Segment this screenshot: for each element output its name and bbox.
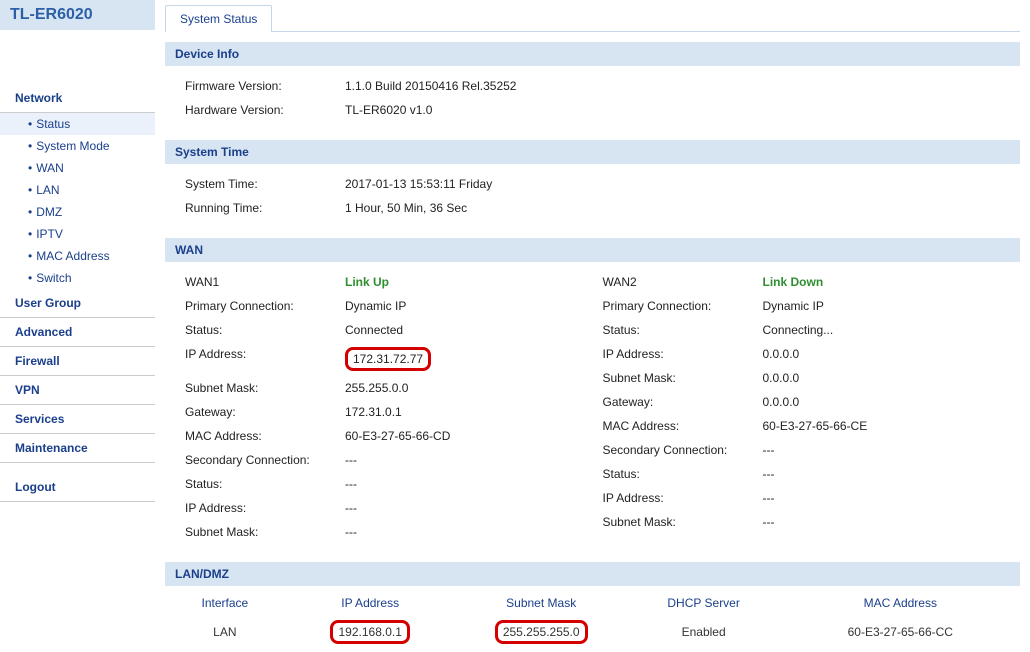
tabstrip: System Status — [165, 4, 1020, 32]
lan-col-mask: Subnet Mask — [456, 590, 627, 616]
nav-firewall[interactable]: Firewall — [0, 347, 155, 376]
wan1-secondary-connection-value: --- — [345, 453, 357, 467]
wan2-secondary-connection-label: Secondary Connection: — [603, 443, 763, 457]
nav-iptv[interactable]: IPTV — [0, 223, 155, 245]
nav-user-group[interactable]: User Group — [0, 289, 155, 318]
wan2-sec-status-value: --- — [763, 467, 775, 481]
wan1-gateway-value: 172.31.0.1 — [345, 405, 402, 419]
nav-system-mode[interactable]: System Mode — [0, 135, 155, 157]
wan2-mask-value: 0.0.0.0 — [763, 371, 800, 385]
nav-maintenance[interactable]: Maintenance — [0, 434, 155, 463]
wan2-gateway-label: Gateway: — [603, 395, 763, 409]
nav-network[interactable]: Network — [0, 84, 155, 113]
section-device-info-body: Firmware Version: 1.1.0 Build 20150416 R… — [165, 66, 1020, 130]
lan-row-ip: 192.168.0.1 — [330, 620, 409, 644]
section-device-info-header: Device Info — [165, 42, 1020, 66]
section-wan-header: WAN — [165, 238, 1020, 262]
wan1-sec-mask-value: --- — [345, 525, 357, 539]
section-system-time-header: System Time — [165, 140, 1020, 164]
wan2-mask-label: Subnet Mask: — [603, 371, 763, 385]
wan1-primary-connection-label: Primary Connection: — [185, 299, 345, 313]
lan-row: LAN 192.168.0.1 255.255.255.0 Enabled 60… — [165, 616, 1020, 648]
sidebar: TL-ER6020 Network Status System Mode WAN… — [0, 0, 155, 584]
section-system-time-body: System Time: 2017-01-13 15:53:11 Friday … — [165, 164, 1020, 228]
wan1-mac-value: 60-E3-27-65-66-CD — [345, 429, 450, 443]
wan1-gateway-label: Gateway: — [185, 405, 345, 419]
lan-row-dhcp: Enabled — [627, 616, 781, 648]
system-time-value: 2017-01-13 15:53:11 Friday — [345, 177, 492, 191]
wan1-sec-status-label: Status: — [185, 477, 345, 491]
running-time-value: 1 Hour, 50 Min, 36 Sec — [345, 201, 467, 215]
wan1-mask-label: Subnet Mask: — [185, 381, 345, 395]
wan2-secondary-connection-value: --- — [763, 443, 775, 457]
wan2-status-label: Status: — [603, 323, 763, 337]
running-time-label: Running Time: — [185, 201, 345, 215]
wan1-ip-label: IP Address: — [185, 347, 345, 371]
wan1-mac-label: MAC Address: — [185, 429, 345, 443]
wan2-column: WAN2 Link Down Primary Connection: Dynam… — [593, 270, 1011, 544]
wan2-sec-ip-label: IP Address: — [603, 491, 763, 505]
nav-services[interactable]: Services — [0, 405, 155, 434]
lan-row-interface: LAN — [165, 616, 285, 648]
wan1-sec-status-value: --- — [345, 477, 357, 491]
main-content: System Status Device Info Firmware Versi… — [155, 0, 1030, 584]
lan-col-ip: IP Address — [285, 590, 456, 616]
wan1-sec-mask-label: Subnet Mask: — [185, 525, 345, 539]
wan1-mask-value: 255.255.0.0 — [345, 381, 408, 395]
wan1-sec-ip-label: IP Address: — [185, 501, 345, 515]
nav-lan[interactable]: LAN — [0, 179, 155, 201]
lan-col-interface: Interface — [165, 590, 285, 616]
lan-row-mask: 255.255.255.0 — [495, 620, 588, 644]
wan2-sec-mask-label: Subnet Mask: — [603, 515, 763, 529]
wan1-status-label: Status: — [185, 323, 345, 337]
wan2-status-value: Connecting... — [763, 323, 834, 337]
hardware-version-value: TL-ER6020 v1.0 — [345, 103, 432, 117]
wan2-sec-mask-value: --- — [763, 515, 775, 529]
wan2-mac-label: MAC Address: — [603, 419, 763, 433]
lan-col-mac: MAC Address — [781, 590, 1020, 616]
firmware-version-value: 1.1.0 Build 20150416 Rel.35252 — [345, 79, 516, 93]
nav-dmz[interactable]: DMZ — [0, 201, 155, 223]
nav-mac-address[interactable]: MAC Address — [0, 245, 155, 267]
wan2-sec-ip-value: --- — [763, 491, 775, 505]
wan2-mac-value: 60-E3-27-65-66-CE — [763, 419, 868, 433]
wan2-link-status: Link Down — [763, 275, 824, 289]
section-lan-dmz-body: Interface IP Address Subnet Mask DHCP Se… — [165, 586, 1020, 652]
tab-system-status[interactable]: System Status — [165, 5, 272, 32]
system-time-label: System Time: — [185, 177, 345, 191]
nav-wan[interactable]: WAN — [0, 157, 155, 179]
wan1-link-status: Link Up — [345, 275, 389, 289]
wan1-sec-ip-value: --- — [345, 501, 357, 515]
lan-row-mac: 60-E3-27-65-66-CC — [781, 616, 1020, 648]
nav-switch[interactable]: Switch — [0, 267, 155, 289]
wan1-title: WAN1 — [185, 275, 345, 289]
section-lan-dmz-header: LAN/DMZ — [165, 562, 1020, 586]
lan-col-dhcp: DHCP Server — [627, 590, 781, 616]
hardware-version-label: Hardware Version: — [185, 103, 345, 117]
wan2-gateway-value: 0.0.0.0 — [763, 395, 800, 409]
nav-logout[interactable]: Logout — [0, 473, 155, 502]
section-wan-body: WAN1 Link Up Primary Connection: Dynamic… — [165, 262, 1020, 552]
wan1-primary-connection-value: Dynamic IP — [345, 299, 406, 313]
wan2-title: WAN2 — [603, 275, 763, 289]
wan2-primary-connection-label: Primary Connection: — [603, 299, 763, 313]
nav-vpn[interactable]: VPN — [0, 376, 155, 405]
wan2-ip-label: IP Address: — [603, 347, 763, 361]
wan2-primary-connection-value: Dynamic IP — [763, 299, 824, 313]
nav-advanced[interactable]: Advanced — [0, 318, 155, 347]
wan1-status-value: Connected — [345, 323, 403, 337]
lan-table: Interface IP Address Subnet Mask DHCP Se… — [165, 590, 1020, 648]
brand-title: TL-ER6020 — [0, 0, 155, 30]
wan1-column: WAN1 Link Up Primary Connection: Dynamic… — [175, 270, 593, 544]
sidebar-nav: Network Status System Mode WAN LAN DMZ I… — [0, 70, 155, 502]
wan1-secondary-connection-label: Secondary Connection: — [185, 453, 345, 467]
nav-status[interactable]: Status — [0, 113, 155, 135]
wan1-ip-value: 172.31.72.77 — [345, 347, 431, 371]
wan2-sec-status-label: Status: — [603, 467, 763, 481]
firmware-version-label: Firmware Version: — [185, 79, 345, 93]
wan2-ip-value: 0.0.0.0 — [763, 347, 800, 361]
